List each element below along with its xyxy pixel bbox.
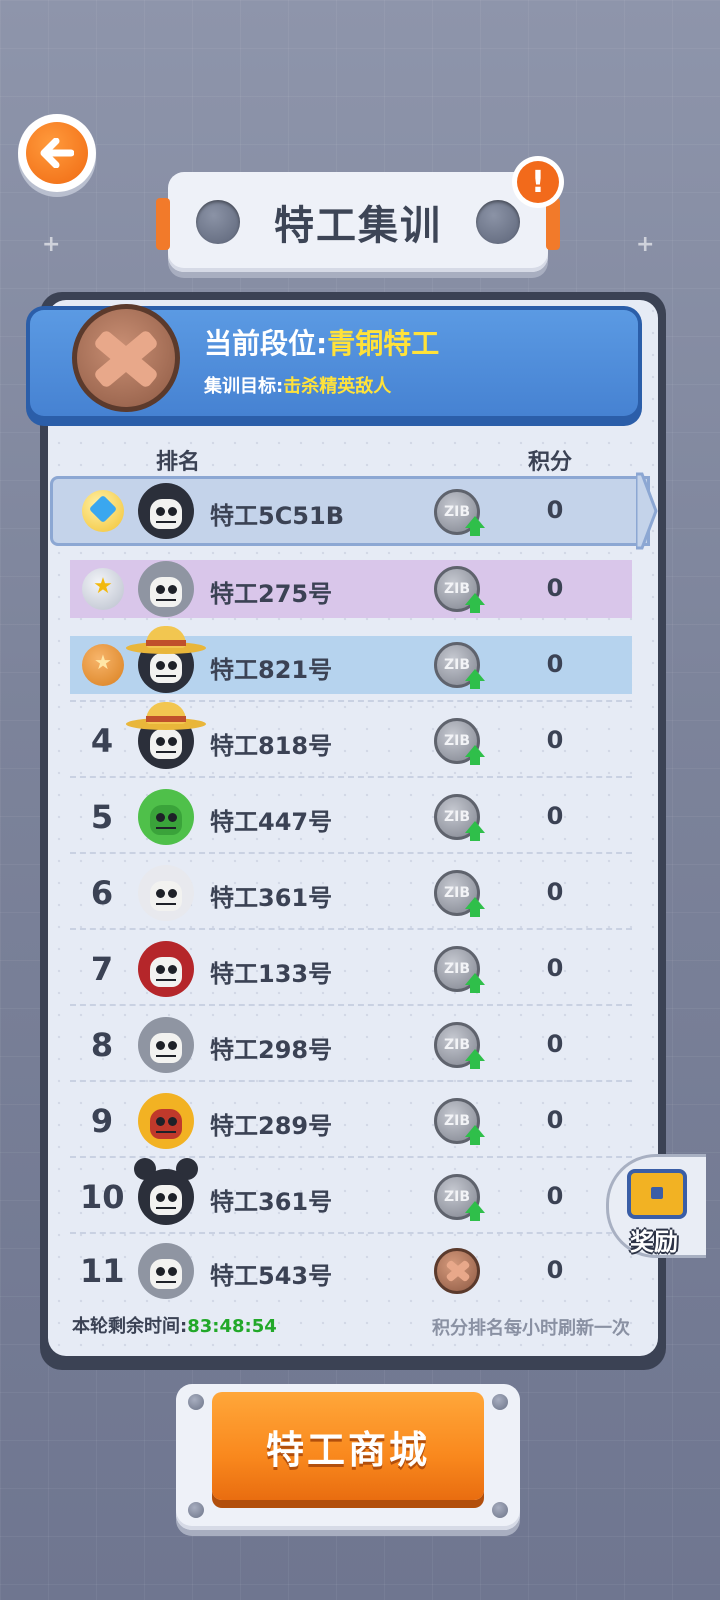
- agent-name: 特工543号: [210, 1262, 333, 1290]
- avatar: [138, 789, 194, 845]
- agent-score: 0: [546, 1256, 564, 1284]
- silver-star-badge-icon: [82, 568, 124, 610]
- back-button[interactable]: [18, 114, 96, 192]
- screw-icon: [188, 1502, 204, 1518]
- agent-score: 0: [546, 1106, 564, 1134]
- zib-coin-icon: ZIB: [434, 489, 485, 536]
- avatar: [138, 865, 194, 921]
- page-title: 特工集训: [274, 203, 442, 249]
- zib-coin-icon: ZIB: [434, 946, 485, 993]
- rank-number: 8: [90, 1026, 114, 1064]
- zib-coin-icon: ZIB: [434, 870, 485, 917]
- avatar: [138, 561, 194, 617]
- straw-hat-icon: [126, 626, 206, 656]
- agent-name: 特工818号: [210, 732, 333, 760]
- rank-number: 10: [80, 1178, 125, 1216]
- zib-coin-icon: ZIB: [434, 566, 485, 613]
- current-rank-value: 青铜特工: [327, 327, 440, 360]
- row-pointer-icon: [636, 472, 658, 550]
- training-goal-label: 集训目标:: [204, 376, 284, 397]
- agent-name: 特工133号: [210, 960, 333, 988]
- avatar: [138, 1243, 194, 1299]
- plus-decoration: +: [42, 232, 61, 257]
- info-button[interactable]: !: [512, 156, 564, 208]
- exclamation-icon: !: [517, 161, 559, 203]
- straw-hat-icon: [126, 702, 206, 732]
- agent-name: 特工275号: [210, 580, 333, 608]
- diamond-badge-icon: [82, 490, 124, 532]
- current-rank-label: 当前段位:: [204, 327, 328, 360]
- screw-icon: [188, 1394, 204, 1410]
- treasure-chest-icon: [627, 1169, 687, 1219]
- rank-column-header: 排名: [156, 450, 201, 475]
- training-goal-value: 击杀精英敌人: [283, 376, 392, 397]
- plate-tab: [156, 198, 170, 250]
- avatar: [138, 1093, 194, 1149]
- rank-number: 6: [90, 874, 114, 912]
- row-divider: [70, 776, 632, 778]
- agent-score: 0: [546, 650, 564, 678]
- bronze-star-badge-icon: [82, 644, 124, 686]
- agent-score: 0: [546, 1182, 564, 1210]
- agent-score: 0: [546, 496, 564, 524]
- zib-coin-icon: ZIB: [434, 642, 485, 689]
- screw-icon: [492, 1502, 508, 1518]
- rank-number: 11: [80, 1252, 125, 1290]
- plus-decoration: +: [636, 232, 655, 257]
- row-divider: [70, 1004, 632, 1006]
- screw-icon: [492, 1394, 508, 1410]
- bronze-rank-coin-icon: [434, 1248, 480, 1294]
- round-timer-label: 本轮剩余时间:: [72, 1316, 188, 1337]
- avatar: [138, 1169, 194, 1225]
- row-divider: [70, 852, 632, 854]
- bronze-rank-medal-icon: [72, 304, 180, 412]
- row-divider: [70, 1156, 632, 1158]
- zib-coin-icon: ZIB: [434, 1174, 485, 1221]
- avatar: [138, 941, 194, 997]
- training-goal: 集训目标:击杀精英敌人: [204, 372, 391, 398]
- agent-shop-button-label: 特工商城: [265, 1427, 430, 1472]
- agent-name: 特工821号: [210, 656, 333, 684]
- round-timer: 本轮剩余时间:83:48:54: [72, 1312, 277, 1338]
- avatar: [138, 483, 194, 539]
- agent-name: 特工298号: [210, 1036, 333, 1064]
- agent-shop-button[interactable]: 特工商城: [212, 1392, 484, 1500]
- row-divider: [70, 928, 632, 930]
- agent-name: 特工447号: [210, 808, 333, 836]
- rank-number: 9: [90, 1102, 114, 1140]
- score-column-header: 积分: [528, 450, 573, 475]
- zib-coin-icon: ZIB: [434, 1098, 485, 1145]
- agent-name: 特工289号: [210, 1112, 333, 1140]
- agent-score: 0: [546, 802, 564, 830]
- agent-score: 0: [546, 574, 564, 602]
- round-timer-value: 83:48:54: [187, 1316, 277, 1337]
- zib-coin-icon: ZIB: [434, 1022, 485, 1069]
- agent-name: 特工361号: [210, 884, 333, 912]
- bolt-icon: [196, 200, 240, 244]
- row-divider: [70, 1232, 632, 1234]
- row-divider: [70, 1080, 632, 1082]
- agent-score: 0: [546, 878, 564, 906]
- agent-name: 特工361号: [210, 1188, 333, 1216]
- reward-button-label: 奖励: [630, 1228, 678, 1256]
- back-arrow-icon: [26, 122, 88, 184]
- title-plate: 特工集训: [156, 172, 560, 272]
- rank-number: 7: [90, 950, 114, 988]
- agent-score: 0: [546, 726, 564, 754]
- rank-number: 4: [90, 722, 114, 760]
- current-rank: 当前段位:青铜特工: [204, 322, 439, 362]
- rank-number: 5: [90, 798, 114, 836]
- zib-coin-icon: ZIB: [434, 794, 485, 841]
- agent-name: 特工5C51B: [210, 502, 345, 530]
- bolt-icon: [476, 200, 520, 244]
- agent-score: 0: [546, 1030, 564, 1058]
- avatar: [138, 1017, 194, 1073]
- zib-coin-icon: ZIB: [434, 718, 485, 765]
- agent-score: 0: [546, 954, 564, 982]
- refresh-note: 积分排名每小时刷新一次: [432, 1318, 630, 1339]
